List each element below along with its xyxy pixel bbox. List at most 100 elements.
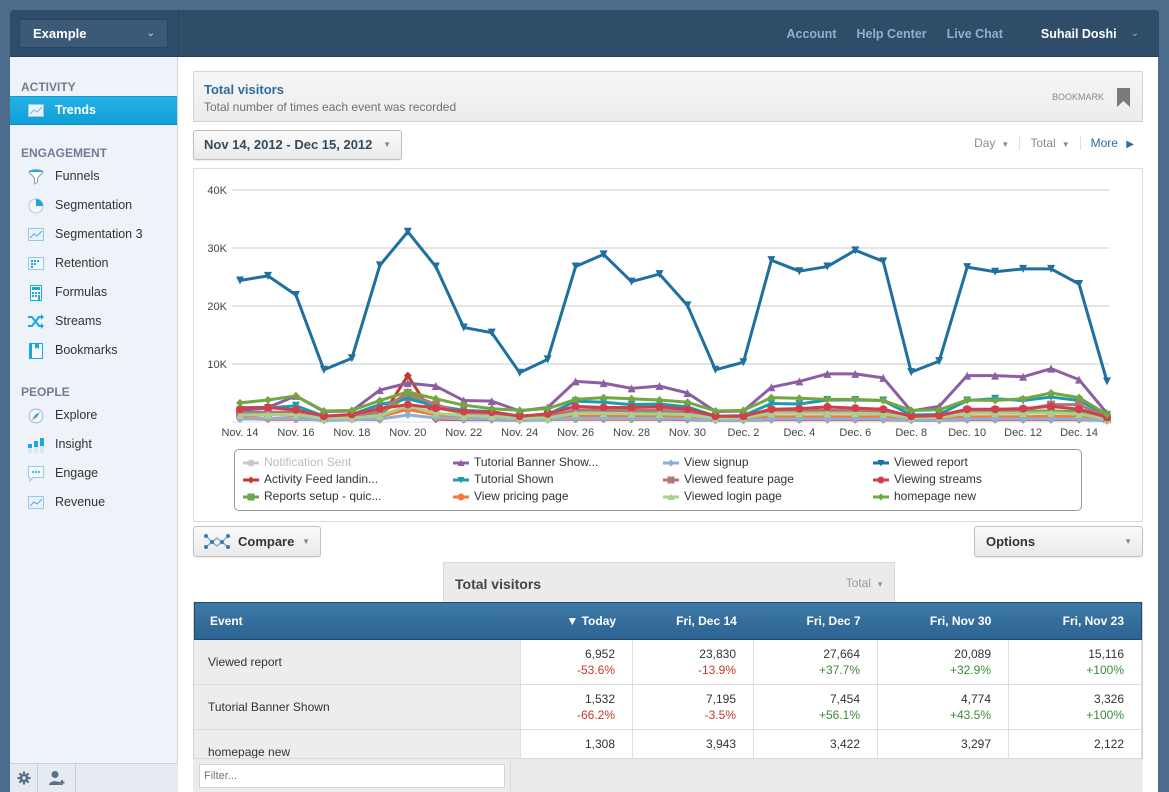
legend-item[interactable]: Reports setup - quic... (243, 488, 381, 505)
chevron-down-icon[interactable]: ⌄ (1131, 28, 1139, 39)
bookmark-icon[interactable] (1117, 88, 1130, 107)
compare-icon (204, 534, 230, 549)
sidebar-item-insight[interactable]: Insight (10, 430, 177, 459)
data-point-viewing-streams (879, 405, 888, 414)
legend-marker-icon (663, 476, 679, 484)
data-point-viewing-streams (851, 404, 860, 413)
top-navigation-bar: Example ⌄ Account Help Center Live Chat … (10, 10, 1159, 57)
column-header-today[interactable]: ▼ Today (521, 603, 633, 639)
chat-icon (27, 465, 45, 482)
data-point-viewing-streams (795, 404, 804, 413)
chart-controls: Day ▼ Total ▼ More ▶ (964, 136, 1134, 150)
cell-value: 6,952 (584, 647, 615, 661)
table-aggregation-label: Total (845, 576, 872, 590)
legend-item[interactable]: Tutorial Banner Show... (453, 454, 598, 471)
sidebar-item-bookmarks[interactable]: Bookmarks (10, 336, 177, 365)
legend-item[interactable]: Notification Sent (243, 454, 351, 471)
cell-value: 27,664 (823, 647, 860, 661)
bar-chart-icon (27, 437, 45, 453)
legend-marker-icon (243, 476, 259, 484)
legend-marker-icon (873, 476, 889, 484)
cell-value: 1,532 (584, 692, 615, 706)
bookmark-icon (27, 342, 45, 359)
cell-change: +56.1% (818, 708, 860, 722)
options-dropdown[interactable]: Options ▼ (974, 526, 1143, 557)
caret-down-icon: ▼ (1001, 140, 1010, 149)
legend-label: Tutorial Banner Show... (474, 455, 599, 469)
caret-down-icon: ▼ (1124, 537, 1132, 546)
data-point-homepage-new (1047, 389, 1056, 397)
data-point-viewed-report (375, 261, 384, 270)
line-chart-icon (27, 227, 45, 243)
legend-item[interactable]: Viewed login page (663, 488, 782, 505)
cell-value: 3,422 (829, 737, 860, 751)
compare-button[interactable]: Compare ▼ (193, 526, 321, 557)
sidebar-item-segmentation[interactable]: Segmentation (10, 191, 177, 220)
cell-value: 23,830 (699, 647, 736, 661)
sidebar-item-engage[interactable]: Engage (10, 459, 177, 488)
data-point-viewing-streams (403, 400, 412, 409)
table-row[interactable]: Tutorial Banner Shown 1,532 -66.2% 7,195 -3.… (194, 685, 1142, 730)
live-chat-link[interactable]: Live Chat (947, 27, 1003, 41)
data-point-viewing-streams (599, 403, 608, 412)
calculator-icon (27, 284, 45, 301)
legend-item[interactable]: View pricing page (453, 488, 569, 505)
caret-down-icon: ▼ (876, 580, 884, 589)
data-point-homepage-new (236, 398, 244, 407)
sidebar-item-label: Explore (55, 408, 98, 422)
date-range-picker[interactable]: Nov 14, 2012 - Dec 15, 2012 ▼ (193, 130, 402, 160)
line-chart: 10K 20K 30K 40K Nov. 14 Nov. 16 Nov. 18 Nov. 20… (207, 185, 1111, 439)
table-cell: 23,830 -13.9% (633, 640, 754, 684)
sidebar-item-revenue[interactable]: Revenue (10, 488, 177, 517)
more-button[interactable]: More ▶ (1081, 136, 1134, 150)
legend-item[interactable]: Viewed report (873, 454, 968, 471)
user-menu[interactable]: Suhail Doshi (1041, 27, 1117, 41)
page-scrollbar[interactable] (1159, 57, 1169, 792)
table-row[interactable]: Viewed report 6,952 -53.6% 23,830 -13.9% 27,6… (194, 640, 1142, 685)
column-header-event[interactable]: Event (195, 603, 521, 639)
help-center-link[interactable]: Help Center (856, 27, 926, 41)
account-link[interactable]: Account (786, 27, 836, 41)
legend-label: Tutorial Shown (474, 472, 554, 486)
column-header-dec7[interactable]: Fri, Dec 7 (754, 603, 878, 639)
sidebar-item-label: Bookmarks (55, 343, 118, 357)
column-header-dec14[interactable]: Fri, Dec 14 (633, 603, 754, 639)
x-tick-label: Dec. 14 (1060, 427, 1098, 439)
sidebar-item-segmentation-3[interactable]: Segmentation 3 (10, 220, 177, 249)
cell-change: -53.6% (576, 663, 615, 677)
x-tick-label: Dec. 8 (895, 427, 927, 439)
bookmark-button[interactable]: BOOKMARK (1052, 92, 1104, 102)
add-user-button[interactable] (38, 764, 76, 792)
sidebar-item-streams[interactable]: Streams (10, 307, 177, 336)
interval-select[interactable]: Day ▼ (964, 136, 1021, 150)
legend-item[interactable]: Activity Feed landin... (243, 471, 378, 488)
cell-value: 7,195 (705, 692, 736, 706)
y-tick-label: 30K (207, 243, 227, 255)
legend-item[interactable]: Viewing streams (873, 471, 982, 488)
aggregation-select[interactable]: Total ▼ (1020, 136, 1081, 150)
column-header-nov30[interactable]: Fri, Nov 30 (878, 603, 1009, 639)
table-aggregation-select[interactable]: Total ▼ (846, 576, 884, 590)
legend-item[interactable]: homepage new (873, 488, 976, 505)
chart-legend: Notification Sent Activity Feed landin...… (234, 449, 1082, 511)
data-point-viewing-streams (963, 405, 972, 414)
filter-input[interactable] (199, 764, 505, 788)
legend-item[interactable]: View signup (663, 454, 749, 471)
y-tick-label: 40K (207, 185, 227, 197)
sidebar-item-formulas[interactable]: Formulas (10, 278, 177, 307)
sidebar-item-label: Engage (55, 466, 99, 480)
legend-item[interactable]: Tutorial Shown (453, 471, 554, 488)
column-header-nov23[interactable]: Fri, Nov 23 (1008, 603, 1141, 639)
x-tick-label: Nov. 14 (221, 427, 258, 439)
data-point-viewing-streams (431, 404, 440, 413)
settings-button[interactable] (10, 764, 38, 792)
legend-marker-icon (663, 493, 679, 500)
sidebar-item-funnels[interactable]: Funnels (10, 162, 177, 191)
sidebar-item-trends[interactable]: Trends (10, 96, 177, 125)
legend-item[interactable]: Viewed feature page (663, 471, 794, 488)
data-point-viewing-streams (1047, 402, 1056, 411)
x-tick-label: Dec. 12 (1004, 427, 1042, 439)
sidebar-item-explore[interactable]: Explore (10, 401, 177, 430)
sidebar-item-retention[interactable]: Retention (10, 249, 177, 278)
project-selector[interactable]: Example ⌄ (19, 19, 168, 48)
